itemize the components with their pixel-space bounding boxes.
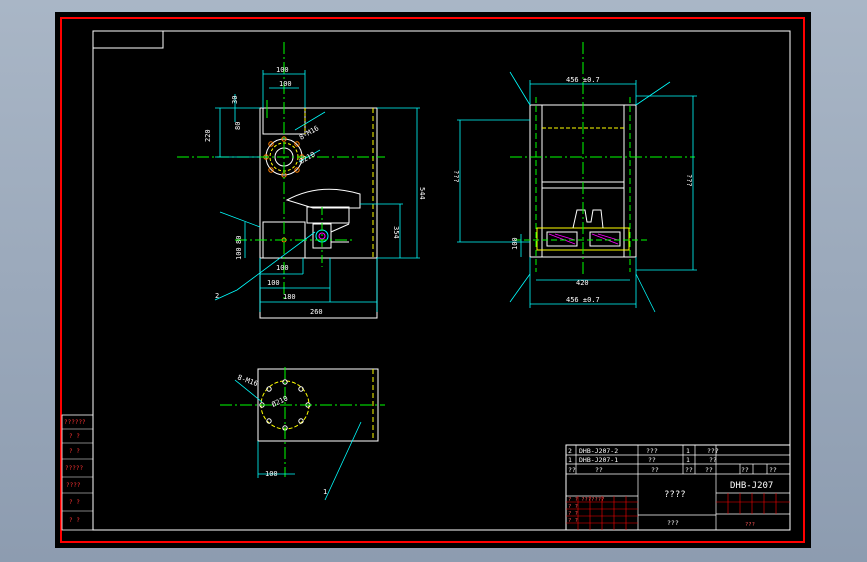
- top-bolt-circle-label: Ø210: [270, 394, 289, 408]
- balloon-2: 2: [215, 292, 219, 300]
- strip-row-7: ? ?: [69, 517, 80, 524]
- dim-side-inner: ???: [685, 174, 693, 187]
- dim-100-base: 100: [267, 279, 280, 287]
- top-view: 8-M16 Ø210 100 1: [220, 367, 385, 501]
- front-view: 100 100 30 220 80 8-M16 Ø210 544 354 80 …: [177, 42, 426, 319]
- strip-row-2: ? ?: [69, 433, 80, 440]
- drawing-code: DHB-J207: [730, 481, 773, 491]
- dim-80-low: 80: [235, 236, 243, 244]
- dim-354: 354: [392, 226, 400, 239]
- gearbox-housing: [285, 188, 361, 209]
- hole-pattern-label: 8-M16: [298, 124, 320, 141]
- dim-100-bottom: 100: [276, 264, 289, 272]
- outer-frame: [60, 17, 805, 543]
- sign-cell-4: ? ?: [568, 518, 578, 524]
- part-2-material: ???: [707, 447, 719, 455]
- header-code: ??: [595, 466, 603, 474]
- top-hole-pattern: 8-M16: [236, 373, 259, 388]
- header-name: ??: [651, 466, 659, 474]
- dim-420: 420: [576, 279, 589, 287]
- part-2-no: 2: [568, 447, 572, 455]
- dim-456-top: 456 ±0.7: [566, 76, 600, 84]
- header-qty: ??: [685, 466, 693, 474]
- sign-cell-2: ? ?: [568, 504, 578, 510]
- header-material: ??: [705, 466, 713, 474]
- part-2-code: DHB-J207-2: [579, 447, 618, 455]
- strip-row-1: ??????: [64, 419, 86, 426]
- dim-260: 260: [310, 308, 323, 316]
- dim-100-side: 100: [235, 247, 243, 260]
- dim-220: 220: [204, 129, 212, 142]
- balloon-leader-2: [214, 231, 316, 301]
- dim-30: 30: [231, 96, 239, 104]
- cad-drawing: 100 100 30 220 80 8-M16 Ø210 544 354 80 …: [60, 17, 805, 543]
- sign-cell-3: ? ?: [568, 511, 578, 517]
- top-dim-100: 100: [265, 470, 278, 478]
- dim-100-inner: 100: [279, 80, 292, 88]
- part-1-material: ??: [709, 456, 717, 464]
- part-1-code: DHB-J207-1: [579, 456, 618, 464]
- part-1-name: ??: [648, 456, 656, 464]
- strip-row-4: ?????: [65, 465, 83, 472]
- part-1-no: 1: [568, 456, 572, 464]
- part-1-qty: 1: [686, 456, 690, 464]
- company-name: ???: [667, 519, 679, 527]
- strip-row-5: ????: [66, 482, 81, 489]
- sign-cell-1: ? ? ???????: [568, 497, 604, 503]
- corner-label: ???: [745, 522, 755, 528]
- title-block: 2 DHB-J207-2 ??? 1 ??? 1 DHB-J207-1 ?? 1…: [565, 444, 791, 531]
- dim-100-top: 100: [276, 66, 289, 74]
- dim-side-100: 100: [511, 237, 519, 250]
- drawing-name: ????: [664, 490, 686, 500]
- left-revision-strip: ?????? ? ? ? ? ????? ???? ? ? ? ?: [61, 414, 94, 531]
- bolt-circle-label: Ø210: [298, 150, 317, 165]
- drawing-sheet: 100 100 30 220 80 8-M16 Ø210 544 354 80 …: [55, 12, 811, 548]
- dim-side-height: ???: [452, 170, 460, 183]
- strip-row-3: ? ?: [69, 448, 80, 455]
- header-remark: ??: [769, 466, 777, 474]
- side-view: 456 ±0.7 ??? ??? 100 420 456 ±0.7: [452, 42, 697, 313]
- part-2-name: ???: [646, 447, 658, 455]
- strip-row-6: ? ?: [69, 499, 80, 506]
- dim-180: 180: [283, 293, 296, 301]
- part-2-qty: 1: [686, 447, 690, 455]
- header-weight: ??: [741, 466, 749, 474]
- balloon-1: 1: [323, 488, 327, 496]
- header-no: ??: [568, 466, 576, 474]
- dim-544: 544: [418, 187, 426, 200]
- dim-456-bottom: 456 ±0.7: [566, 296, 600, 304]
- dim-80: 80: [234, 122, 242, 130]
- top-left-box: [92, 30, 164, 49]
